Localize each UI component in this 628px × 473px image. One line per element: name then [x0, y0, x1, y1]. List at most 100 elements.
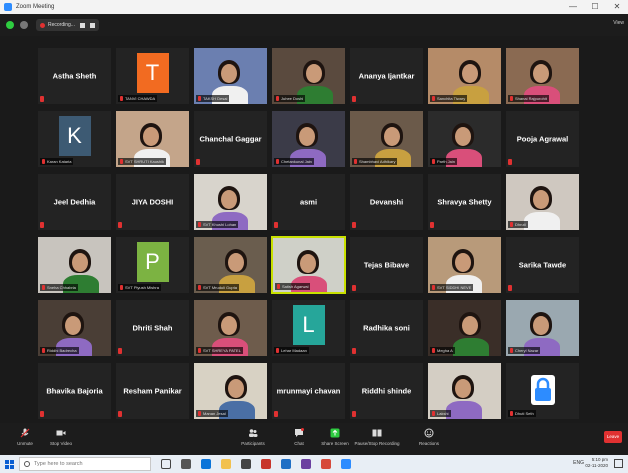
- participant-tile[interactable]: T TANVI CHAWDA: [115, 47, 190, 105]
- participant-tile[interactable]: Bhavika Bajoria: [37, 362, 112, 420]
- participant-tile[interactable]: JIYA DOSHI: [115, 173, 190, 231]
- leave-button[interactable]: Leave: [604, 431, 622, 443]
- participant-name: JIYA DOSHI: [131, 197, 174, 207]
- video-camera-icon: [56, 430, 66, 436]
- participant-tile[interactable]: Ananya Ijantkar: [349, 47, 424, 105]
- participant-label: Juhee Doshi: [274, 95, 306, 102]
- maximize-button[interactable]: ☐: [584, 0, 606, 14]
- participant-tile[interactable]: SVT Khushi Lohan: [193, 173, 268, 231]
- participant-name: Riddhi shinde: [361, 386, 412, 396]
- participant-tile[interactable]: Satish Agarwal: [271, 236, 346, 294]
- reactions-button[interactable]: Reactions: [404, 426, 454, 454]
- participant-tile[interactable]: TAKSH Desai: [193, 47, 268, 105]
- recording-indicator[interactable]: Recording...: [36, 19, 99, 31]
- view-button[interactable]: View: [613, 20, 624, 26]
- participant-tile[interactable]: Pooja Agrawal: [505, 110, 580, 168]
- participant-name: Dhriti Shah: [132, 323, 173, 333]
- muted-mic-icon: [40, 411, 44, 417]
- muted-mic-icon: [40, 222, 44, 228]
- participant-name: Chanchal Gaggar: [199, 134, 262, 144]
- participant-tile[interactable]: Resham Panikar: [115, 362, 190, 420]
- participant-tile[interactable]: Juhee Doshi: [271, 47, 346, 105]
- avatar: K: [58, 115, 91, 156]
- participant-tile[interactable]: Shravya Shetty: [427, 173, 502, 231]
- participant-tile[interactable]: Tejas Bibave: [349, 236, 424, 294]
- meeting-info-icon[interactable]: [20, 21, 28, 29]
- pause-stop-recording-button[interactable]: Pause/Stop Recording: [352, 426, 402, 454]
- reactions-icon: [424, 428, 434, 438]
- participant-tile[interactable]: Sarika Tawde: [505, 236, 580, 294]
- participant-tile[interactable]: SVT SIDDHI NEVE: [427, 236, 502, 294]
- participant-label: Shambhavi Adhikary: [352, 158, 398, 165]
- participant-tile[interactable]: Sneha Chhabria: [37, 236, 112, 294]
- cortana-icon[interactable]: [181, 459, 191, 469]
- onenote-icon[interactable]: [301, 459, 311, 469]
- close-button[interactable]: ✕: [606, 0, 628, 14]
- meeting-top-bar: Recording... View: [0, 14, 628, 36]
- office-icon[interactable]: [261, 459, 271, 469]
- participant-tile[interactable]: Chetankunal Jain: [271, 110, 346, 168]
- stop-video-button[interactable]: Stop Video: [36, 426, 86, 454]
- participant-tile[interactable]: L Lehar Madaan: [271, 299, 346, 357]
- participant-tile[interactable]: asmi: [271, 173, 346, 231]
- participant-tile[interactable]: Dhruti: [505, 173, 580, 231]
- participant-tile[interactable]: Shanai Rajpurohit: [505, 47, 580, 105]
- participant-tile[interactable]: K Karan Kataria: [37, 110, 112, 168]
- participant-tile[interactable]: Sanchita Tiwary: [427, 47, 502, 105]
- participant-tile[interactable]: mrunmayi chavan: [271, 362, 346, 420]
- participant-tile[interactable]: Astha Sheth: [37, 47, 112, 105]
- participant-label: Manan Jesal: [196, 410, 228, 417]
- participant-tile[interactable]: Dhuti Seth: [505, 362, 580, 420]
- participant-tile[interactable]: Megha A: [427, 299, 502, 357]
- participant-tile[interactable]: Chanchal Gaggar: [193, 110, 268, 168]
- participant-label: TAKSH Desai: [196, 95, 230, 102]
- participant-tile[interactable]: Lakshi: [427, 362, 502, 420]
- zoom-window: Zoom Meeting — ☐ ✕ Recording... View Ast…: [0, 0, 628, 473]
- powerpoint-icon[interactable]: [321, 459, 331, 469]
- participant-name: mrunmayi chavan: [276, 386, 341, 396]
- participant-tile[interactable]: SVT SHRUTI Kaushik: [115, 110, 190, 168]
- notifications-icon[interactable]: [614, 459, 623, 468]
- participant-name: Sarika Tawde: [518, 260, 567, 270]
- word-icon[interactable]: [281, 459, 291, 469]
- security-shield-icon[interactable]: [6, 21, 14, 29]
- file-explorer-icon[interactable]: [221, 459, 231, 469]
- participant-label: SVT SHREYA PATEL: [196, 347, 243, 354]
- participant-label: SVT SIDDHI NEVE: [430, 284, 474, 291]
- muted-mic-icon: [352, 96, 356, 102]
- search-input[interactable]: [34, 461, 144, 467]
- minimize-button[interactable]: —: [562, 0, 584, 14]
- clock[interactable]: 5:10 pm 02-11-2020: [585, 457, 608, 469]
- participant-label: Karan Kataria: [40, 158, 74, 165]
- participant-tile[interactable]: Jeel Dedhia: [37, 173, 112, 231]
- participant-label: SVT Mruduli Gupta: [196, 284, 239, 291]
- taskbar-search[interactable]: [19, 457, 151, 471]
- participant-tile[interactable]: Manan Jesal: [193, 362, 268, 420]
- participant-tile[interactable]: Cheryl Nazar: [505, 299, 580, 357]
- participant-tile[interactable]: Radhika soni: [349, 299, 424, 357]
- participant-tile[interactable]: SVT SHREYA PATEL: [193, 299, 268, 357]
- participants-button[interactable]: Participants: [228, 426, 278, 454]
- participant-tile[interactable]: Shambhavi Adhikary: [349, 110, 424, 168]
- participant-tile[interactable]: Riddhi Badrecha: [37, 299, 112, 357]
- windows-start-icon[interactable]: [5, 459, 14, 469]
- pause-recording-icon[interactable]: [79, 22, 85, 28]
- participant-tile[interactable]: Dhriti Shah: [115, 299, 190, 357]
- participant-tile[interactable]: P SVT Piyush Mishra: [115, 236, 190, 294]
- participant-tile[interactable]: SVT Mruduli Gupta: [193, 236, 268, 294]
- participant-tile[interactable]: Riddhi shinde: [349, 362, 424, 420]
- muted-mic-icon: [196, 159, 200, 165]
- task-view-icon[interactable]: [161, 459, 171, 469]
- participant-tile[interactable]: Parth Jain: [427, 110, 502, 168]
- participant-tile[interactable]: Devanshi: [349, 173, 424, 231]
- muted-mic-icon: [352, 348, 356, 354]
- stop-recording-icon[interactable]: [89, 22, 95, 28]
- participant-label: Lakshi: [430, 410, 451, 417]
- tray-language[interactable]: ENG: [573, 460, 584, 466]
- avatar: P: [136, 241, 169, 282]
- zoom-taskbar-icon[interactable]: [341, 459, 351, 469]
- edge-icon[interactable]: [201, 459, 211, 469]
- store-icon[interactable]: [241, 459, 251, 469]
- muted-mic-icon: [508, 285, 512, 291]
- chat-icon: [295, 428, 304, 437]
